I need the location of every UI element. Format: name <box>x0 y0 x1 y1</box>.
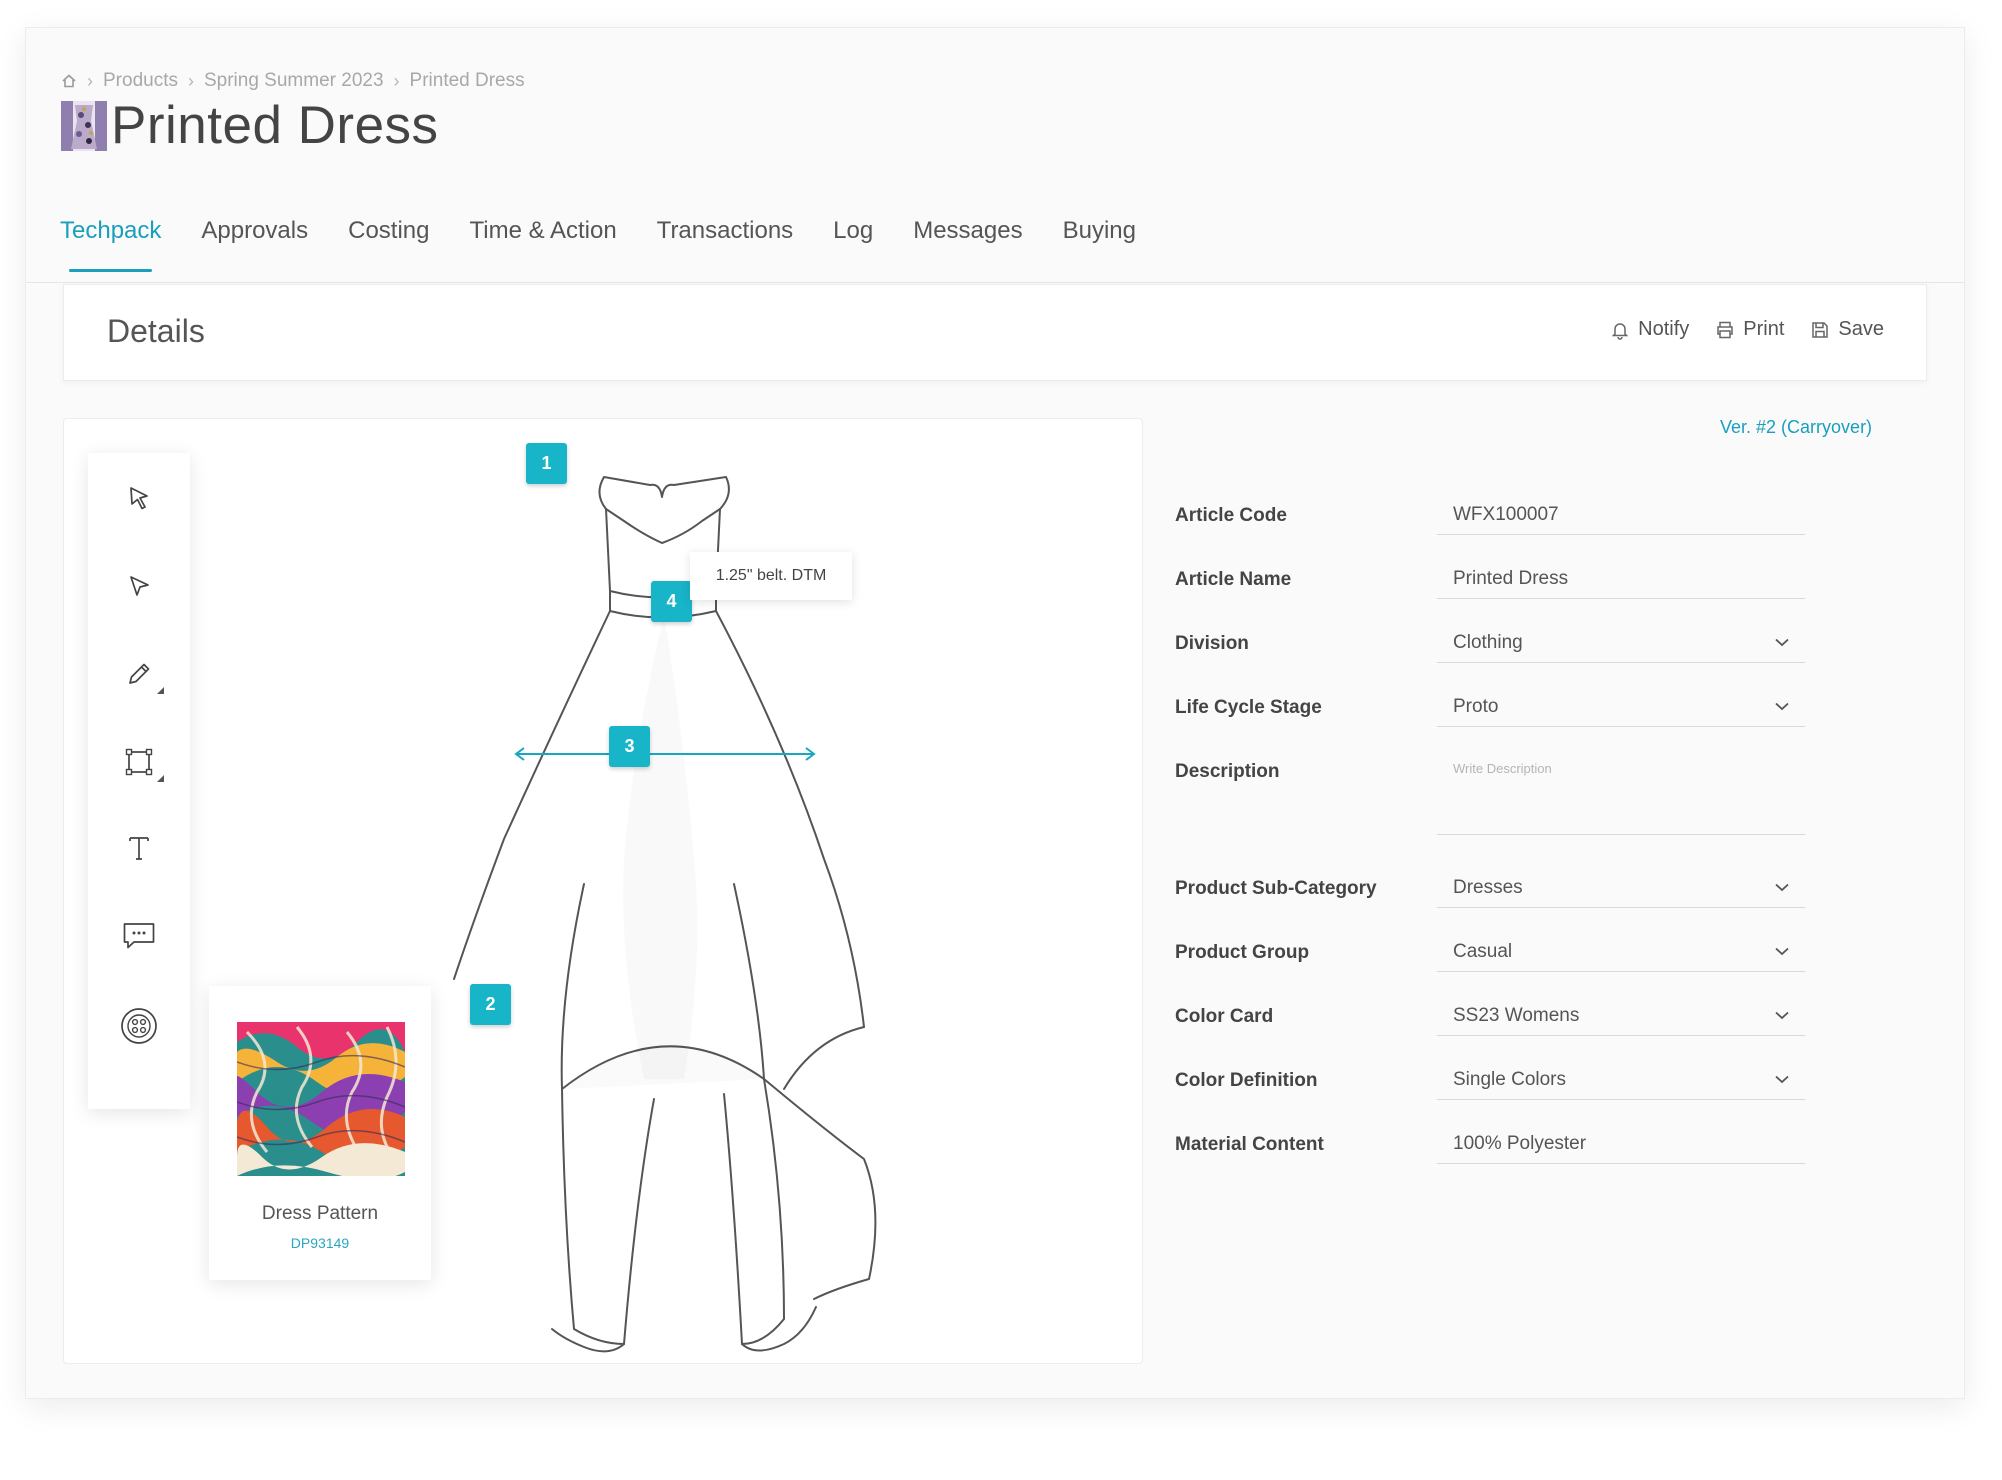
save-button[interactable]: Save <box>1810 318 1884 341</box>
tab-transactions[interactable]: Transactions <box>657 206 794 256</box>
division-label: Division <box>1175 633 1249 654</box>
notify-button[interactable]: Notify <box>1610 318 1689 341</box>
product-sub-category-select[interactable]: Dresses <box>1437 868 1805 908</box>
breadcrumb-season[interactable]: Spring Summer 2023 <box>204 70 384 92</box>
chevron-down-icon <box>1775 1011 1789 1020</box>
tab-log[interactable]: Log <box>833 206 873 256</box>
annotation-callout: 1.25" belt. DTM <box>690 552 852 600</box>
annotation-marker-1[interactable]: 1 <box>526 443 567 484</box>
tab-costing[interactable]: Costing <box>348 206 429 256</box>
breadcrumb: › Products › Spring Summer 2023 › Printe… <box>61 66 525 96</box>
breadcrumb-products[interactable]: Products <box>103 70 178 92</box>
product-thumbnail <box>61 101 107 151</box>
dress-sketch <box>453 476 877 1353</box>
tab-bar: Techpack Approvals Costing Time & Action… <box>60 206 1176 272</box>
tab-buying[interactable]: Buying <box>1063 206 1136 256</box>
product-group-label: Product Group <box>1175 942 1310 963</box>
tab-time-and-action[interactable]: Time & Action <box>470 206 617 256</box>
color-definition-select[interactable]: Single Colors <box>1437 1060 1805 1100</box>
description-textarea[interactable] <box>1437 751 1805 835</box>
tabs-divider <box>26 282 1964 283</box>
floppy-disk-icon <box>1810 320 1830 340</box>
select-arrow-icon[interactable] <box>88 468 190 528</box>
swatch-code[interactable]: DP93149 <box>209 1235 431 1251</box>
division-select[interactable]: Clothing <box>1437 623 1805 663</box>
rectangle-icon[interactable] <box>88 732 190 792</box>
description-label: Description <box>1175 761 1280 782</box>
print-button[interactable]: Print <box>1715 318 1784 341</box>
details-title: Details <box>107 313 205 349</box>
printer-icon <box>1715 320 1735 340</box>
color-definition-label: Color Definition <box>1175 1070 1318 1091</box>
button-icon[interactable] <box>88 996 190 1056</box>
article-code-label: Article Code <box>1175 505 1287 526</box>
page-title: Printed Dress <box>111 96 439 155</box>
life-cycle-stage-select[interactable]: Proto <box>1437 687 1805 727</box>
text-icon[interactable] <box>88 818 190 878</box>
home-icon[interactable] <box>61 73 77 89</box>
pattern-swatch-image <box>237 1022 405 1176</box>
drawing-toolbar <box>88 453 190 1109</box>
pencil-icon[interactable] <box>88 644 190 704</box>
direct-select-arrow-icon[interactable] <box>88 556 190 616</box>
color-card-select[interactable]: SS23 Womens <box>1437 996 1805 1036</box>
swatch-card[interactable]: Dress Pattern DP93149 <box>209 986 431 1280</box>
material-content-input[interactable] <box>1437 1124 1805 1164</box>
sketch-canvas[interactable]: 1 2 3 4 1.25" belt. DTM Dress Pattern DP… <box>63 418 1143 1364</box>
tab-approvals[interactable]: Approvals <box>201 206 308 256</box>
annotation-marker-4[interactable]: 4 <box>651 581 692 622</box>
details-actions: Notify Print Save <box>1610 318 1884 341</box>
article-name-input[interactable] <box>1437 559 1805 599</box>
product-sub-category-label: Product Sub-Category <box>1175 878 1377 899</box>
annotation-marker-2[interactable]: 2 <box>470 984 511 1025</box>
article-code-input[interactable] <box>1437 495 1805 535</box>
color-card-label: Color Card <box>1175 1006 1274 1027</box>
chevron-down-icon <box>1775 1075 1789 1084</box>
details-header: Details Notify Print Save <box>63 284 1927 381</box>
article-name-label: Article Name <box>1175 569 1292 590</box>
annotation-marker-3[interactable]: 3 <box>609 726 650 767</box>
tab-messages[interactable]: Messages <box>913 206 1022 256</box>
product-group-select[interactable]: Casual <box>1437 932 1805 972</box>
swatch-name: Dress Pattern <box>261 1203 379 1224</box>
chevron-down-icon <box>1775 947 1789 956</box>
title-row: Printed Dress <box>61 96 439 156</box>
chevron-down-icon <box>1775 883 1789 892</box>
version-link[interactable]: Ver. #2 (Carryover) <box>1720 417 1872 438</box>
tab-techpack[interactable]: Techpack <box>60 206 161 272</box>
comment-icon[interactable] <box>88 906 190 966</box>
chevron-down-icon <box>1775 638 1789 647</box>
breadcrumb-current: Printed Dress <box>409 70 525 91</box>
life-cycle-stage-label: Life Cycle Stage <box>1175 697 1322 718</box>
material-content-label: Material Content <box>1175 1134 1324 1155</box>
bell-icon <box>1610 320 1630 340</box>
chevron-down-icon <box>1775 702 1789 711</box>
